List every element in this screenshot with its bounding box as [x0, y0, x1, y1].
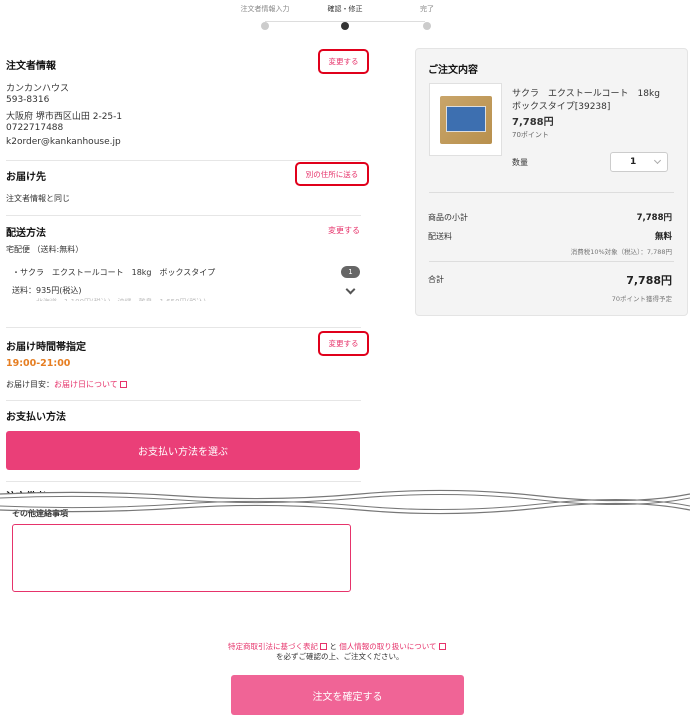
total-label: 合計 [428, 275, 444, 284]
total-value: 7,788円 [626, 274, 672, 287]
ship-to-other-address-button[interactable]: 別の住所に送る [295, 162, 369, 186]
time-slot-change-button[interactable]: 変更する [318, 331, 369, 356]
divider [6, 215, 361, 216]
orderer-name: カンカンハウス [6, 84, 70, 94]
orderer-phone: 0722717488 [6, 123, 64, 133]
subtotal-label: 商品の小計 [428, 213, 468, 222]
shipping-to-note: 注文者情報と同じ [6, 194, 70, 203]
quantity-value: 1 [630, 157, 637, 167]
subtotal-value: 7,788円 [636, 213, 672, 223]
step-input: 注文者情報入力 [225, 4, 305, 30]
delivery-fee: 送料：935円(税込) [12, 286, 82, 295]
delivery-change-link[interactable]: 変更する [328, 225, 360, 236]
divider [429, 192, 674, 193]
step-dot [261, 22, 269, 30]
orderer-change-button[interactable]: 変更する [318, 49, 369, 74]
divider [6, 481, 361, 482]
orderer-zip: 593-8316 [6, 95, 50, 105]
product-image [429, 83, 502, 156]
chevron-down-icon[interactable] [345, 284, 356, 295]
product-box-icon [440, 96, 492, 144]
shipping-fee-value: 無料 [654, 232, 672, 242]
quantity-select[interactable]: 1 [610, 152, 668, 172]
item-count-badge: 1 [341, 266, 360, 278]
order-summary-title: ご注文内容 [428, 65, 478, 76]
quantity-label: 数量 [512, 158, 528, 167]
shipping-to-title: お届け先 [6, 172, 46, 183]
step-label: 完了 [420, 5, 434, 13]
points-earned-note: 70ポイント獲得予定 [611, 295, 672, 303]
and-text: と [329, 642, 337, 651]
delivery-sub-note: 北海道 1,100円(税込) 沖縄・離島 1,650円(税込) [36, 297, 206, 301]
step-dot [341, 22, 349, 30]
step-dot [423, 22, 431, 30]
product-points: 70ポイント [512, 131, 549, 139]
divider [6, 400, 361, 401]
eta-label: お届け目安： [6, 380, 54, 389]
product-name-line1: サクラ エクストールコート 18kg [512, 89, 660, 99]
orderer-title: 注文者情報 [6, 61, 56, 72]
external-link-icon [438, 643, 446, 650]
delivery-method: 宅配便 （送料:無料） [6, 245, 84, 254]
tax-note: 消費税10%対象（税込）：7,788円 [570, 248, 672, 256]
eta-line: お届け目安：お届け日について [6, 379, 127, 390]
remarks-textarea[interactable] [12, 524, 351, 592]
step-label: 確認・修正 [327, 5, 363, 13]
step-complete: 完了 [387, 4, 467, 30]
orderer-address: 大阪府 堺市西区山田 2-25-1 [6, 112, 123, 122]
divider [6, 160, 361, 161]
orderer-email: k2order@kankanhouse.jp [6, 137, 121, 147]
choose-payment-button[interactable]: お支払い方法を選ぶ [6, 431, 360, 470]
delivery-title: 配送方法 [6, 228, 46, 239]
time-slot-value: 19:00-21:00 [6, 358, 71, 369]
confirm-order-button[interactable]: 注文を確定する [231, 675, 464, 715]
step-confirm: 確認・修正 [305, 4, 385, 30]
delivery-item: ・サクラ エクストールコート 18kg ボックスタイプ [12, 268, 216, 277]
commerce-law-link[interactable]: 特定商取引法に基づく表記 [228, 642, 318, 651]
chevron-down-icon [653, 156, 662, 165]
confirm-note: を必ずご確認の上、ご注文ください。 [276, 652, 404, 661]
product-label-graphic [446, 106, 486, 132]
step-label: 注文者情報入力 [240, 5, 290, 13]
divider [6, 327, 361, 328]
privacy-link[interactable]: 個人情報の取り扱いについて [339, 642, 436, 651]
payment-title: お支払い方法 [6, 412, 66, 423]
divider [429, 261, 674, 262]
external-link-icon [320, 643, 327, 650]
time-slot-title: お届け時間帯指定 [6, 342, 86, 353]
eta-link[interactable]: お届け日について [54, 380, 118, 389]
product-name-line2: ボックスタイプ[39238] [512, 102, 611, 112]
shipping-fee-label: 配送料 [428, 232, 452, 241]
product-price: 7,788円 [512, 117, 554, 128]
external-link-icon [119, 381, 127, 388]
torn-separator [0, 489, 690, 515]
